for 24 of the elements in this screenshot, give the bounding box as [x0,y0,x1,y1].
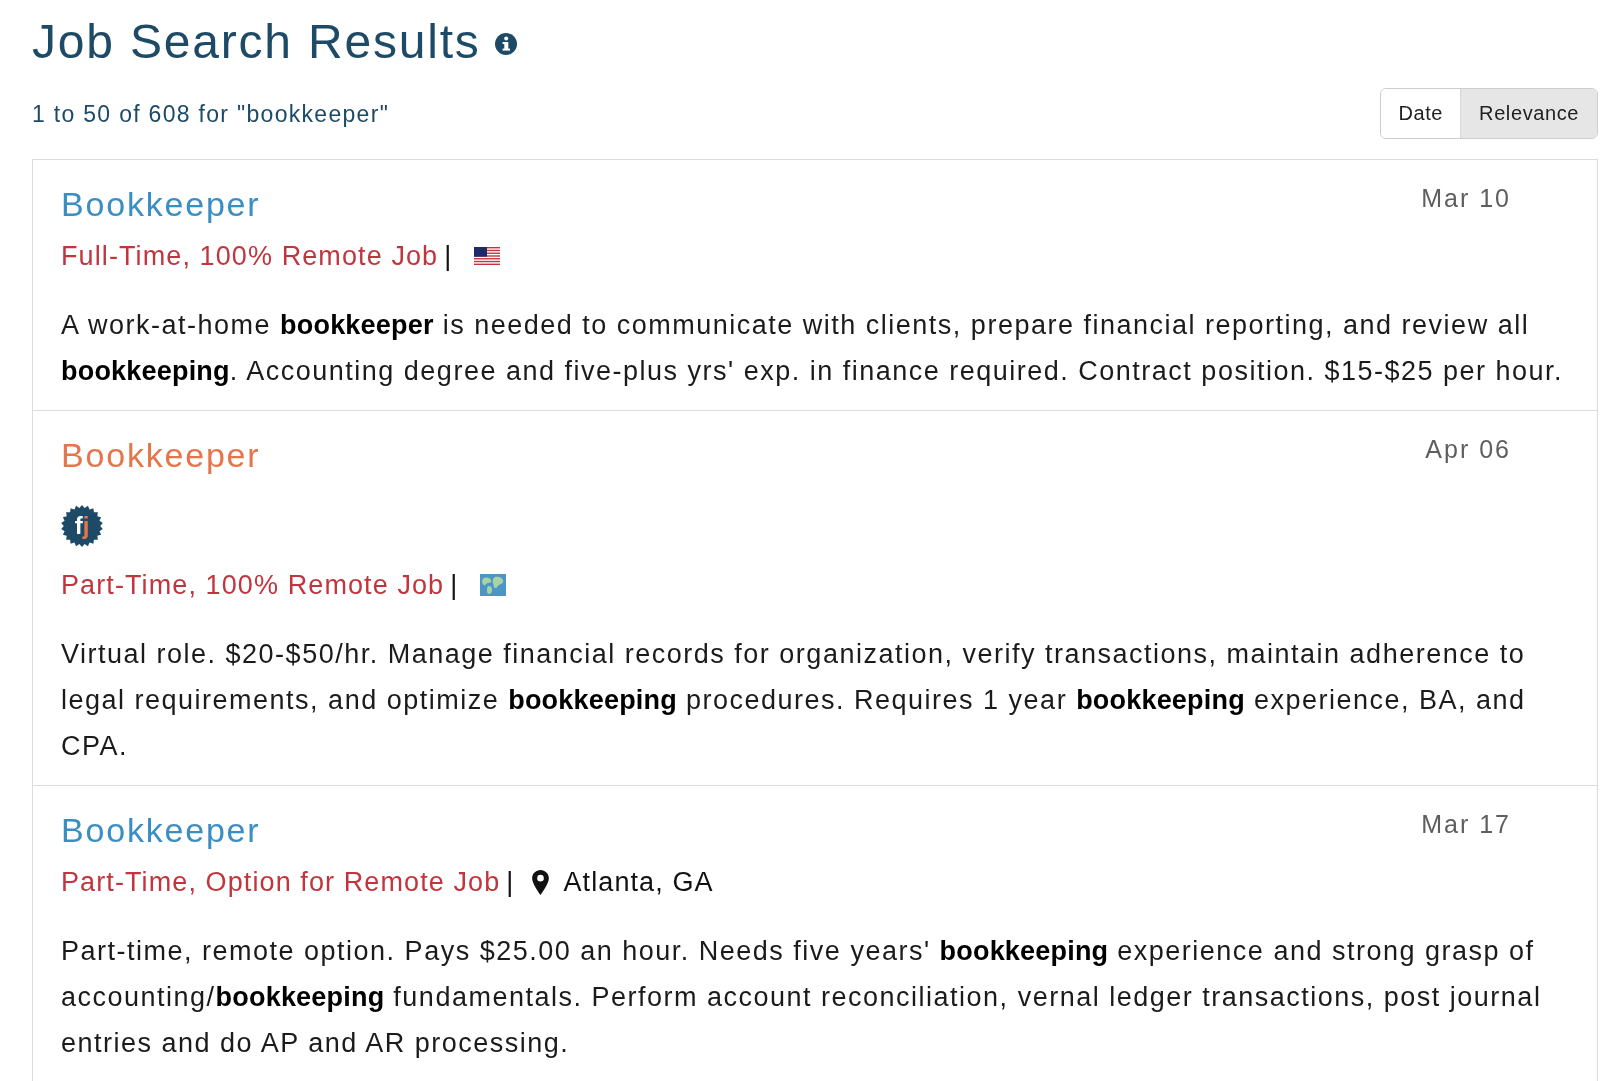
sort-button[interactable]: Relevance [1460,89,1597,138]
info-icon[interactable] [494,33,517,55]
job-description: A work-at-home bookkeeper is needed to communicate with clients, prepare financial reporting, and review all bookkeeping. Accounting degree and five-plus yrs' exp. in finance required. Contract position. $15-$25 per hour. [61,309,1565,388]
job-title-link[interactable]: Bookkeeper [61,182,261,226]
company-badge-logo: fj [61,505,103,547]
job-date: Mar 17 [1421,809,1511,840]
job-type-text: Full-Time, 100% Remote Job [61,240,439,273]
results-count-text: 1 to 50 of 608 for "bookkeeper" [32,99,390,129]
world-map-icon [480,574,507,596]
job-type-text: Part-Time, Option for Remote Job [61,866,501,899]
page-title: Job Search Results [32,14,481,70]
job-description: Virtual role. $20-$50/hr. Manage financial records for organization, verify transactions, maintain adherence to legal requirements, and optimize bookkeeping procedures. Requires 1 year bookkeeping experience, BA, and CPA. [61,638,1527,763]
separator-text: | [444,240,453,273]
job-date: Apr 06 [1425,434,1511,465]
job-description: Part-time, remote option. Pays $25.00 an hour. Needs five years' bookkeeping experience and strong grasp of accounting/bookkeeping fundamentals. Perform account reconciliation, vernal ledger transactions, post journal entries and do AP and AR processing. [61,935,1543,1060]
separator-text: | [506,866,515,899]
job-date: Mar 10 [1421,183,1511,214]
location-text: Atlanta, GA [563,866,714,899]
job-title-link[interactable]: Bookkeeper [61,433,261,477]
separator-text: | [450,569,459,602]
flag-icon [474,247,501,265]
job-title-link[interactable]: Bookkeeper [61,808,261,852]
map-pin-icon [532,869,550,895]
job-type-text: Part-Time, 100% Remote Job [61,569,445,602]
